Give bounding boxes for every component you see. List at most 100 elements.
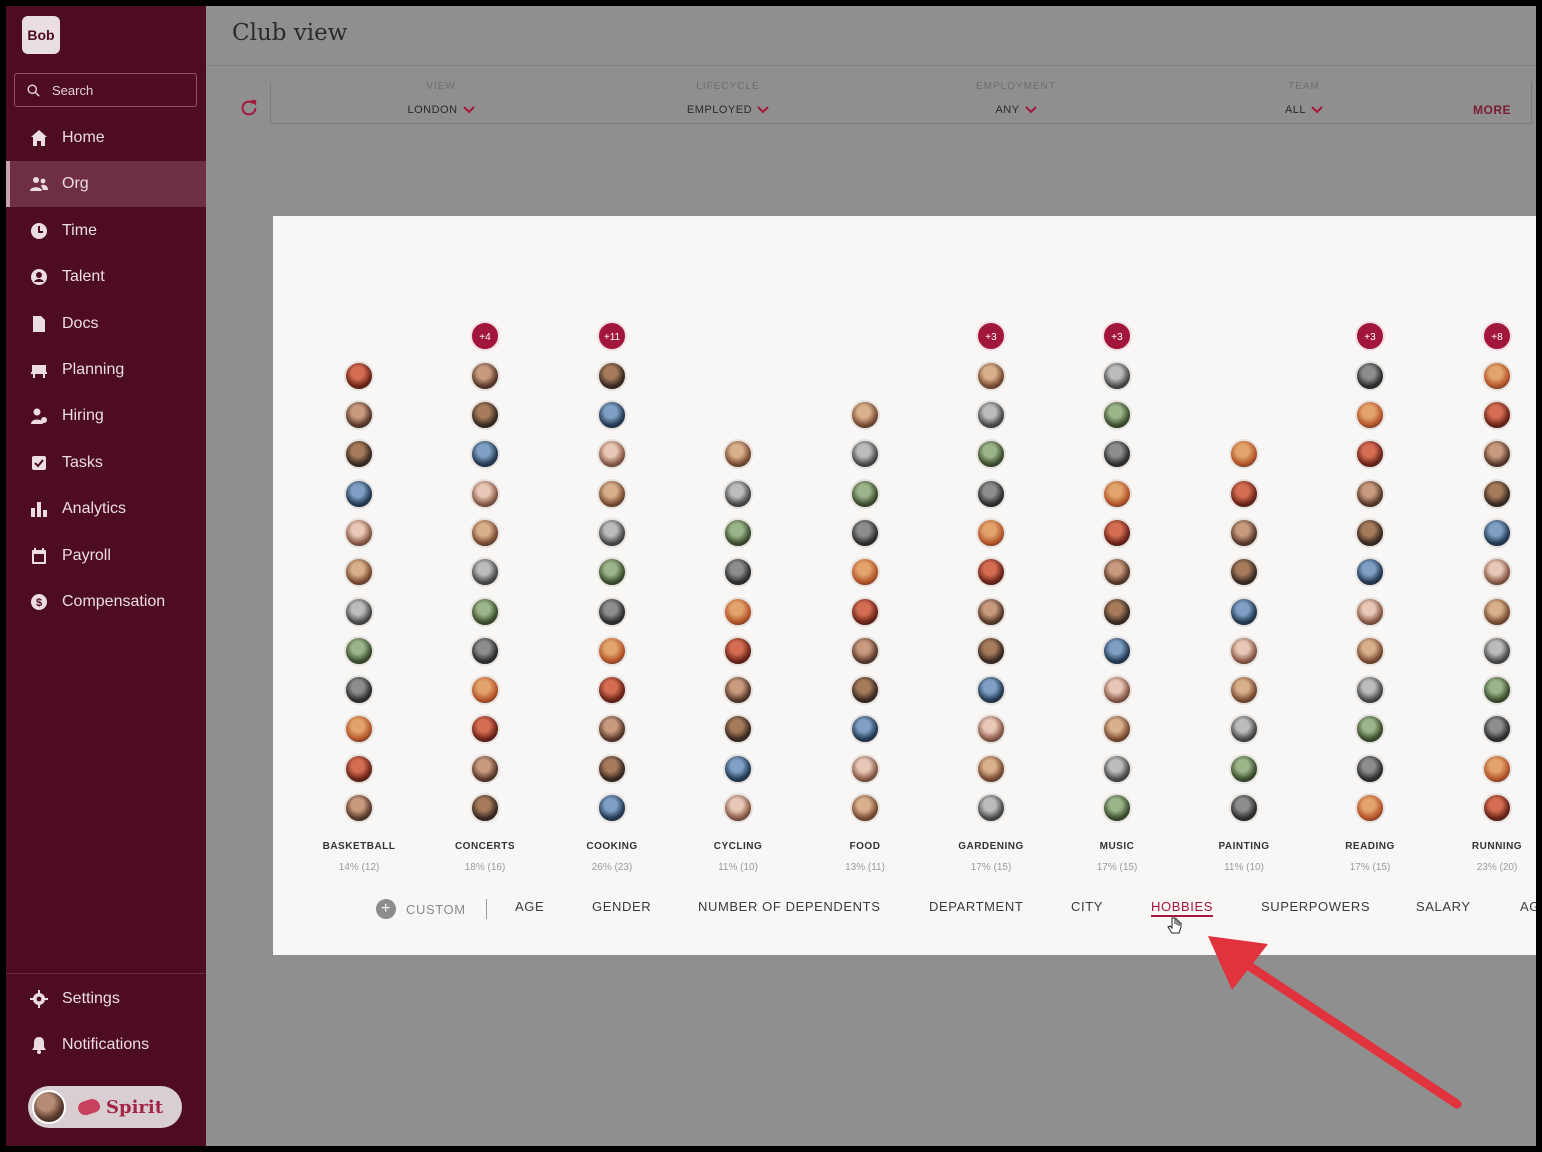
tab-city[interactable]: CITY bbox=[1071, 899, 1103, 914]
member-avatar[interactable] bbox=[344, 753, 374, 784]
member-avatar[interactable] bbox=[344, 635, 374, 666]
member-avatar[interactable] bbox=[470, 753, 500, 784]
filter-dropdown[interactable]: EMPLOYED bbox=[658, 104, 798, 116]
member-avatar[interactable] bbox=[1355, 714, 1385, 745]
sidebar-item-analytics[interactable]: Analytics bbox=[6, 486, 206, 532]
tab-age[interactable]: AGE bbox=[515, 899, 544, 914]
member-avatar[interactable] bbox=[470, 675, 500, 706]
member-avatar[interactable] bbox=[1229, 596, 1259, 627]
member-avatar[interactable] bbox=[1355, 439, 1385, 470]
sidebar-item-notifications[interactable]: Notifications bbox=[6, 1022, 206, 1068]
member-avatar[interactable] bbox=[597, 596, 627, 627]
member-avatar[interactable] bbox=[1355, 478, 1385, 509]
member-avatar[interactable] bbox=[1102, 753, 1132, 784]
member-avatar[interactable] bbox=[344, 557, 374, 588]
member-avatar[interactable] bbox=[597, 439, 627, 470]
more-filters-button[interactable]: MORE bbox=[1473, 103, 1511, 117]
member-avatar[interactable] bbox=[850, 675, 880, 706]
member-avatar[interactable] bbox=[1229, 675, 1259, 706]
member-avatar[interactable] bbox=[723, 635, 753, 666]
member-avatar[interactable] bbox=[1229, 439, 1259, 470]
member-avatar[interactable] bbox=[850, 517, 880, 548]
member-avatar[interactable] bbox=[344, 478, 374, 509]
member-avatar[interactable] bbox=[344, 675, 374, 706]
member-avatar[interactable] bbox=[976, 675, 1006, 706]
member-avatar[interactable] bbox=[1482, 478, 1512, 509]
member-avatar[interactable] bbox=[850, 635, 880, 666]
more-members-badge[interactable]: +8 bbox=[1482, 321, 1512, 352]
member-avatar[interactable] bbox=[976, 478, 1006, 509]
member-avatar[interactable] bbox=[344, 517, 374, 548]
tab-hobbies[interactable]: HOBBIES bbox=[1151, 899, 1213, 917]
member-avatar[interactable] bbox=[850, 478, 880, 509]
member-avatar[interactable] bbox=[1482, 793, 1512, 823]
sidebar-item-planning[interactable]: Planning bbox=[6, 347, 206, 393]
sidebar-item-hiring[interactable]: Hiring bbox=[6, 393, 206, 439]
member-avatar[interactable] bbox=[597, 400, 627, 430]
member-avatar[interactable] bbox=[470, 478, 500, 509]
member-avatar[interactable] bbox=[723, 439, 753, 470]
filter-dropdown[interactable]: ALL bbox=[1234, 104, 1374, 116]
member-avatar[interactable] bbox=[976, 714, 1006, 745]
member-avatar[interactable] bbox=[723, 596, 753, 627]
more-members-badge[interactable]: +3 bbox=[976, 321, 1006, 352]
member-avatar[interactable] bbox=[1355, 793, 1385, 823]
app-logo[interactable]: Bob bbox=[22, 16, 60, 54]
member-avatar[interactable] bbox=[597, 675, 627, 706]
member-avatar[interactable] bbox=[976, 517, 1006, 548]
sidebar-item-settings[interactable]: Settings bbox=[6, 976, 206, 1022]
member-avatar[interactable] bbox=[1229, 753, 1259, 784]
member-avatar[interactable] bbox=[1355, 557, 1385, 588]
user-avatar[interactable] bbox=[32, 1090, 66, 1124]
member-avatar[interactable] bbox=[976, 596, 1006, 627]
tab-department[interactable]: DEPARTMENT bbox=[929, 899, 1023, 914]
filter-dropdown[interactable]: LONDON bbox=[371, 104, 511, 116]
member-avatar[interactable] bbox=[976, 557, 1006, 588]
tab-salary[interactable]: SALARY bbox=[1416, 899, 1471, 914]
member-avatar[interactable] bbox=[344, 714, 374, 745]
member-avatar[interactable] bbox=[1482, 714, 1512, 745]
member-avatar[interactable] bbox=[1229, 635, 1259, 666]
member-avatar[interactable] bbox=[850, 793, 880, 823]
more-members-badge[interactable]: +4 bbox=[470, 321, 500, 352]
member-avatar[interactable] bbox=[1102, 478, 1132, 509]
member-avatar[interactable] bbox=[344, 439, 374, 470]
tab-superpowers[interactable]: SUPERPOWERS bbox=[1261, 899, 1370, 914]
member-avatar[interactable] bbox=[470, 793, 500, 823]
tab-ag[interactable]: AG bbox=[1520, 899, 1536, 914]
member-avatar[interactable] bbox=[850, 400, 880, 430]
member-avatar[interactable] bbox=[470, 400, 500, 430]
member-avatar[interactable] bbox=[1229, 557, 1259, 588]
member-avatar[interactable] bbox=[1482, 635, 1512, 666]
member-avatar[interactable] bbox=[723, 793, 753, 823]
member-avatar[interactable] bbox=[1355, 635, 1385, 666]
member-avatar[interactable] bbox=[723, 517, 753, 548]
member-avatar[interactable] bbox=[597, 714, 627, 745]
member-avatar[interactable] bbox=[1229, 714, 1259, 745]
member-avatar[interactable] bbox=[597, 793, 627, 823]
member-avatar[interactable] bbox=[976, 439, 1006, 470]
sidebar-item-talent[interactable]: Talent bbox=[6, 254, 206, 300]
member-avatar[interactable] bbox=[1102, 517, 1132, 548]
member-avatar[interactable] bbox=[597, 478, 627, 509]
tab-number-of-dependents[interactable]: NUMBER OF DEPENDENTS bbox=[698, 899, 880, 914]
filter-lifecycle[interactable]: LIFECYCLE EMPLOYED bbox=[658, 81, 798, 116]
member-avatar[interactable] bbox=[850, 714, 880, 745]
member-avatar[interactable] bbox=[1102, 360, 1132, 391]
sidebar-item-org[interactable]: Org bbox=[6, 161, 206, 208]
member-avatar[interactable] bbox=[850, 557, 880, 588]
member-avatar[interactable] bbox=[1102, 793, 1132, 823]
sidebar-item-tasks[interactable]: Tasks bbox=[6, 440, 206, 486]
member-avatar[interactable] bbox=[1482, 400, 1512, 430]
member-avatar[interactable] bbox=[1229, 478, 1259, 509]
member-avatar[interactable] bbox=[597, 360, 627, 391]
member-avatar[interactable] bbox=[344, 400, 374, 430]
member-avatar[interactable] bbox=[976, 753, 1006, 784]
member-avatar[interactable] bbox=[470, 557, 500, 588]
member-avatar[interactable] bbox=[1102, 714, 1132, 745]
member-avatar[interactable] bbox=[1482, 360, 1512, 391]
member-avatar[interactable] bbox=[470, 596, 500, 627]
filter-team[interactable]: TEAM ALL bbox=[1234, 81, 1374, 116]
member-avatar[interactable] bbox=[1482, 439, 1512, 470]
member-avatar[interactable] bbox=[976, 360, 1006, 391]
